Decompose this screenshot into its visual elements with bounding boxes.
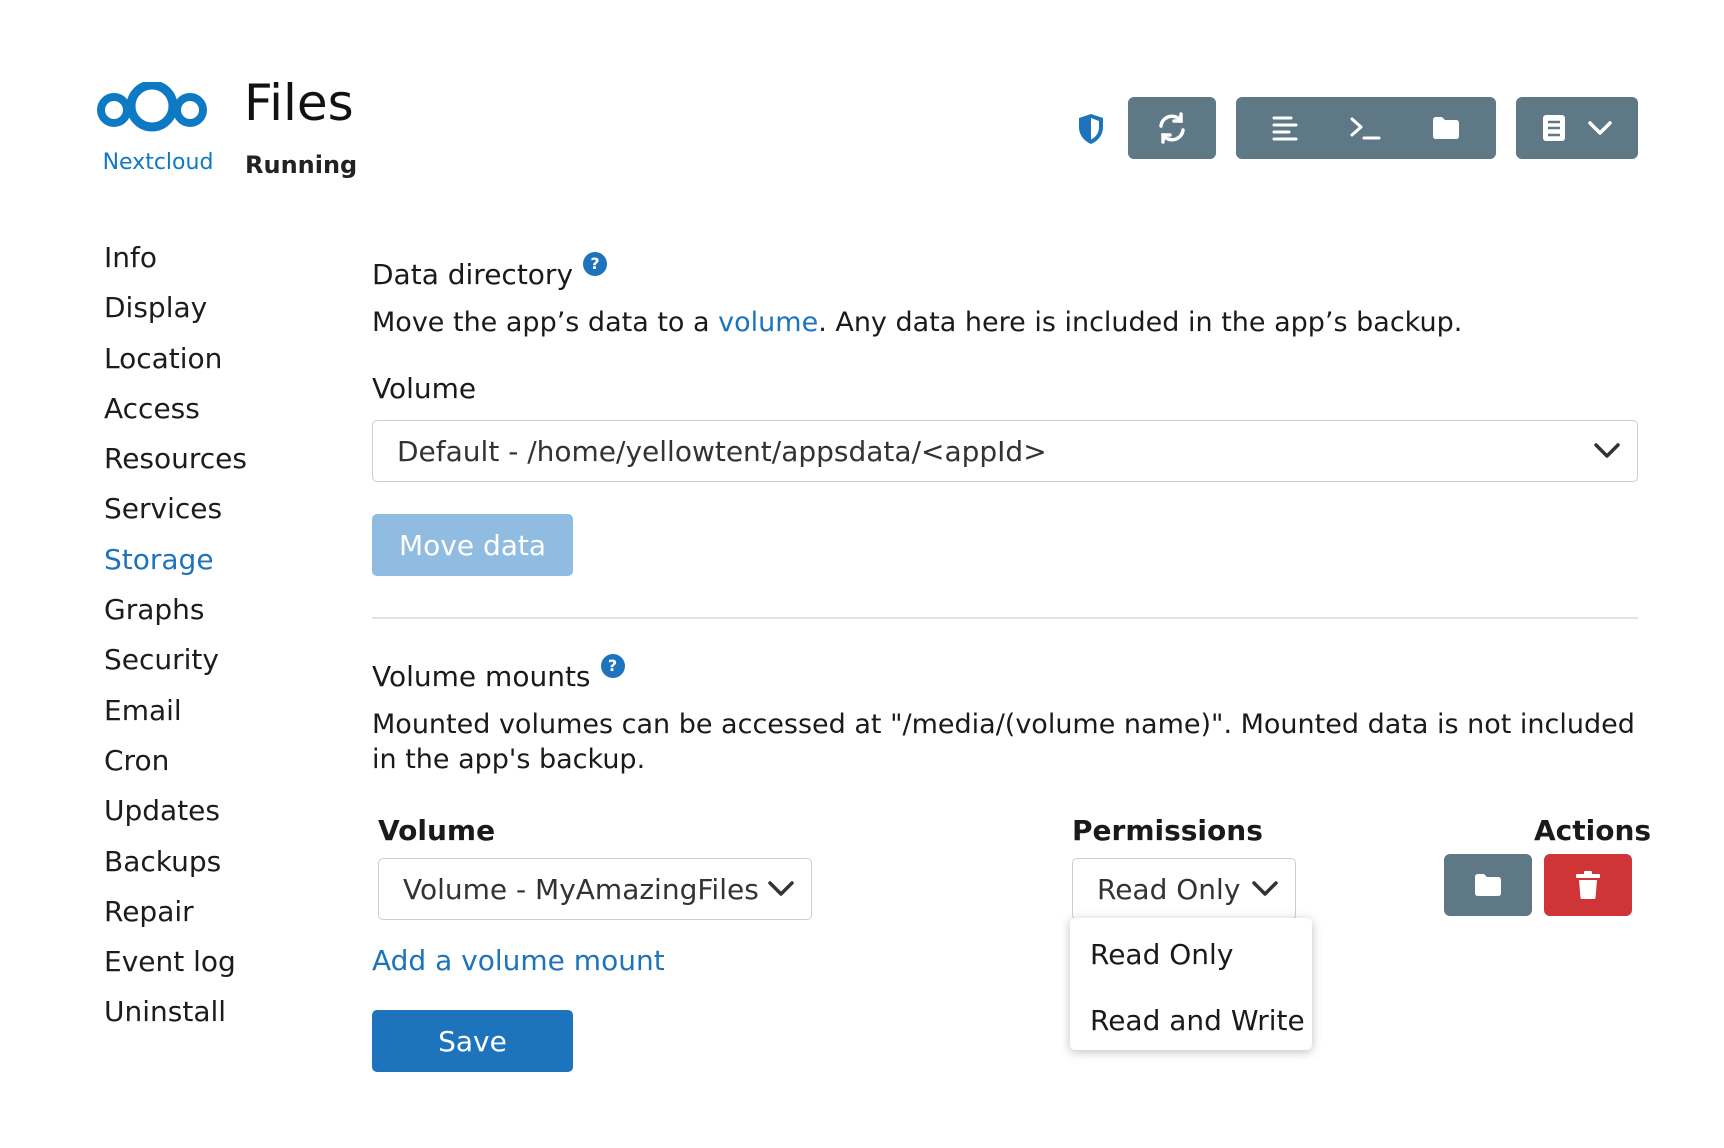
restart-button[interactable] — [1128, 97, 1216, 159]
section-divider — [372, 617, 1638, 619]
help-icon[interactable]: ? — [583, 252, 608, 276]
delete-mount-button[interactable] — [1544, 854, 1632, 916]
trash-icon — [1576, 871, 1600, 899]
sidebar-nav: Info Display Location Access Resources S… — [104, 238, 247, 1043]
sidebar-item-services[interactable]: Services — [104, 489, 247, 539]
folder-icon[interactable] — [1431, 115, 1461, 141]
permission-option-read-write[interactable]: Read and Write — [1090, 1004, 1305, 1037]
shield-icon[interactable] — [1076, 112, 1106, 146]
actions-column-header: Actions — [1534, 814, 1652, 847]
app-title: Files — [244, 74, 354, 132]
sidebar-item-uninstall[interactable]: Uninstall — [104, 992, 247, 1042]
book-icon — [1541, 113, 1567, 143]
permission-option-read-only[interactable]: Read Only — [1090, 938, 1233, 971]
sidebar-item-info[interactable]: Info — [104, 238, 247, 288]
folder-icon — [1475, 874, 1501, 896]
sidebar-item-resources[interactable]: Resources — [104, 439, 247, 489]
chevron-down-icon — [1587, 120, 1613, 136]
volume-mounts-title: Volume mounts? — [372, 654, 625, 693]
open-mount-folder-button[interactable] — [1444, 854, 1532, 916]
sidebar-item-display[interactable]: Display — [104, 288, 247, 338]
app-status: Running — [245, 151, 358, 179]
chevron-down-icon — [1594, 443, 1620, 458]
permission-dropdown-menu: Read Only Read and Write — [1070, 918, 1312, 1050]
sidebar-item-storage[interactable]: Storage — [104, 540, 247, 590]
sidebar-item-updates[interactable]: Updates — [104, 791, 247, 841]
data-volume-select[interactable]: Default - /home/yellowtent/appsdata/<app… — [372, 420, 1638, 482]
move-data-button[interactable]: Move data — [372, 514, 573, 576]
nextcloud-logo: Nextcloud — [96, 82, 228, 182]
volume-column-header: Volume — [378, 814, 496, 847]
logs-icon[interactable] — [1271, 115, 1299, 141]
sidebar-item-security[interactable]: Security — [104, 640, 247, 690]
add-volume-mount-link[interactable]: Add a volume mount — [372, 944, 665, 977]
volume-label: Volume — [372, 372, 477, 405]
refresh-icon — [1155, 111, 1189, 145]
data-volume-value: Default - /home/yellowtent/appsdata/<app… — [397, 434, 1047, 468]
permissions-column-header: Permissions — [1072, 814, 1263, 847]
volume-link[interactable]: volume — [718, 307, 818, 338]
sidebar-item-email[interactable]: Email — [104, 691, 247, 741]
sidebar-item-backups[interactable]: Backups — [104, 842, 247, 892]
sidebar-item-cron[interactable]: Cron — [104, 741, 247, 791]
mount-volume-value: Volume - MyAmazingFiles — [403, 872, 759, 906]
logo-text: Nextcloud — [102, 150, 214, 175]
mount-permission-select[interactable]: Read Only — [1072, 858, 1296, 920]
chevron-down-icon — [768, 881, 794, 896]
terminal-icon[interactable] — [1349, 115, 1381, 141]
sidebar-item-graphs[interactable]: Graphs — [104, 590, 247, 640]
sidebar-item-repair[interactable]: Repair — [104, 892, 247, 942]
docs-menu-button[interactable] — [1516, 97, 1638, 159]
mount-permission-value: Read Only — [1097, 872, 1241, 906]
app-actions-group — [1236, 97, 1496, 159]
sidebar-item-event-log[interactable]: Event log — [104, 942, 247, 992]
sidebar-item-location[interactable]: Location — [104, 339, 247, 389]
help-icon[interactable]: ? — [600, 654, 625, 678]
sidebar-item-access[interactable]: Access — [104, 389, 247, 439]
nextcloud-logo-icon — [97, 82, 207, 132]
chevron-down-icon — [1252, 881, 1278, 896]
save-button[interactable]: Save — [372, 1010, 573, 1072]
data-directory-description: Move the app’s data to a volume. Any dat… — [372, 307, 1463, 338]
data-directory-title: Data directory? — [372, 252, 608, 291]
mount-volume-select[interactable]: Volume - MyAmazingFiles — [378, 858, 812, 920]
volume-mounts-description: Mounted volumes can be accessed at "/med… — [372, 709, 1635, 775]
